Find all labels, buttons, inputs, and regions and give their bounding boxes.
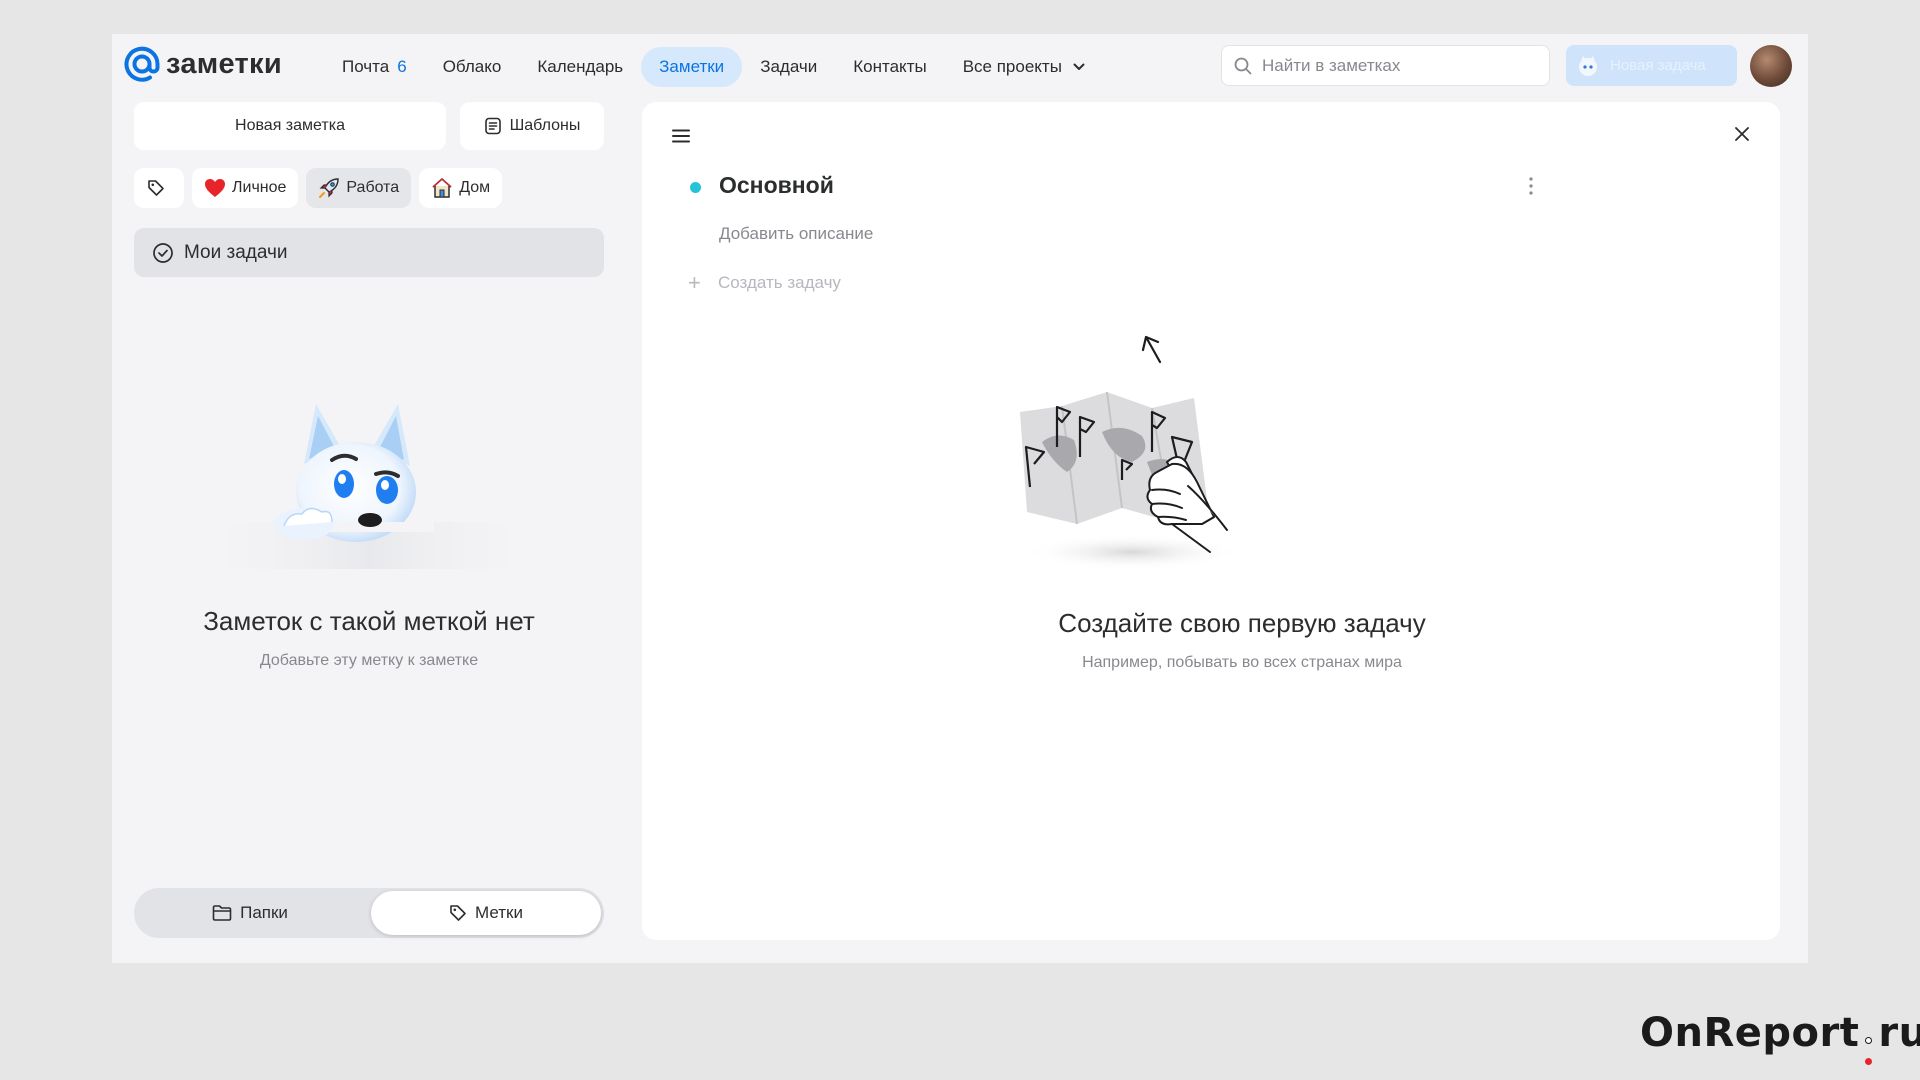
- empty-tasks-subtitle: Например, побывать во всех странах мира: [1082, 654, 1402, 671]
- check-circle-icon: [153, 242, 173, 263]
- tag-home[interactable]: Дом: [419, 168, 503, 208]
- template-icon: [484, 117, 501, 135]
- watermark-part2: ru: [1878, 1010, 1920, 1056]
- top-nav: Почта 6 Облако Календарь Заметки Задачи …: [324, 47, 1104, 87]
- tag-filter-bar: Личное Работа Дом: [134, 168, 503, 208]
- tag-home-label: Дом: [459, 179, 491, 196]
- nav-calendar[interactable]: Календарь: [519, 47, 641, 87]
- segment-folders[interactable]: Папки: [137, 891, 363, 935]
- nav-cloud[interactable]: Облако: [425, 47, 520, 87]
- at-logo-icon: [124, 46, 160, 82]
- search-box[interactable]: [1221, 45, 1550, 86]
- list-color-dot: [690, 182, 701, 193]
- nav-mail-label: Почта: [342, 57, 390, 76]
- header: заметки Почта 6 Облако Календарь Заметки…: [112, 34, 1808, 96]
- tag-personal[interactable]: Личное: [192, 168, 299, 208]
- rocket-icon: [319, 178, 340, 198]
- close-icon[interactable]: [1734, 126, 1750, 142]
- map-illustration: [1020, 335, 1242, 570]
- create-task-label: Создать задачу: [718, 273, 841, 292]
- task-list-panel: Основной Добавить описание + Создать зад…: [642, 102, 1780, 940]
- all-tags-button[interactable]: [134, 168, 184, 208]
- watermark-colon: [1865, 1037, 1873, 1065]
- logo-text: заметки: [166, 47, 283, 80]
- tag-work[interactable]: Работа: [306, 168, 412, 208]
- menu-icon[interactable]: [672, 128, 690, 144]
- more-options-icon[interactable]: [1528, 176, 1534, 196]
- mascot-icon: [1579, 55, 1597, 76]
- mail-count-badge: 6: [397, 57, 407, 76]
- new-note-button[interactable]: Новая заметка: [134, 102, 446, 150]
- tag-personal-label: Личное: [232, 179, 287, 196]
- sidebar-view-switcher: Папки Метки: [134, 888, 604, 938]
- heart-icon: [205, 179, 225, 197]
- search-input[interactable]: [1262, 55, 1522, 76]
- nav-tasks[interactable]: Задачи: [742, 47, 835, 87]
- my-tasks-label: Мои задачи: [184, 241, 288, 263]
- list-title[interactable]: Основной: [719, 172, 834, 199]
- nav-mail[interactable]: Почта 6: [324, 47, 425, 87]
- add-description-link[interactable]: Добавить описание: [719, 224, 873, 244]
- app-window: заметки Почта 6 Облако Календарь Заметки…: [112, 34, 1808, 963]
- segment-tags[interactable]: Метки: [371, 891, 601, 935]
- promo-label: Новая задача: [1610, 57, 1706, 74]
- tag-icon: [148, 180, 164, 196]
- create-task-input[interactable]: + Создать задачу: [688, 272, 841, 294]
- my-tasks-item[interactable]: Мои задачи: [134, 228, 604, 277]
- house-icon: [432, 178, 452, 198]
- nav-contacts[interactable]: Контакты: [835, 47, 944, 87]
- logo[interactable]: заметки: [124, 46, 282, 82]
- mascot-illustration: [184, 404, 554, 569]
- nav-notes[interactable]: Заметки: [641, 47, 743, 87]
- watermark-part1: OnReport: [1640, 1010, 1860, 1056]
- chevron-down-icon: [1073, 63, 1085, 70]
- watermark-logo: OnReport ru: [1640, 1010, 1920, 1067]
- segment-folders-label: Папки: [240, 903, 288, 922]
- plus-icon: +: [688, 270, 701, 295]
- segment-tags-label: Метки: [475, 903, 523, 922]
- empty-tag-title: Заметок с такой меткой нет: [203, 606, 535, 636]
- nav-all-projects[interactable]: Все проекты: [945, 47, 1104, 87]
- templates-button[interactable]: Шаблоны: [460, 102, 604, 150]
- templates-label: Шаблоны: [509, 117, 581, 134]
- nav-all-projects-label: Все проекты: [962, 57, 1062, 76]
- tag-work-label: Работа: [346, 179, 400, 196]
- empty-tasks-title: Создайте свою первую задачу: [1058, 608, 1426, 638]
- promo-button[interactable]: Новая задача: [1566, 45, 1737, 86]
- tag-icon: [450, 905, 466, 921]
- avatar[interactable]: [1750, 45, 1792, 87]
- search-icon: [1234, 57, 1252, 74]
- folder-icon: [212, 905, 232, 921]
- empty-tag-subtitle: Добавьте эту метку к заметке: [259, 652, 479, 669]
